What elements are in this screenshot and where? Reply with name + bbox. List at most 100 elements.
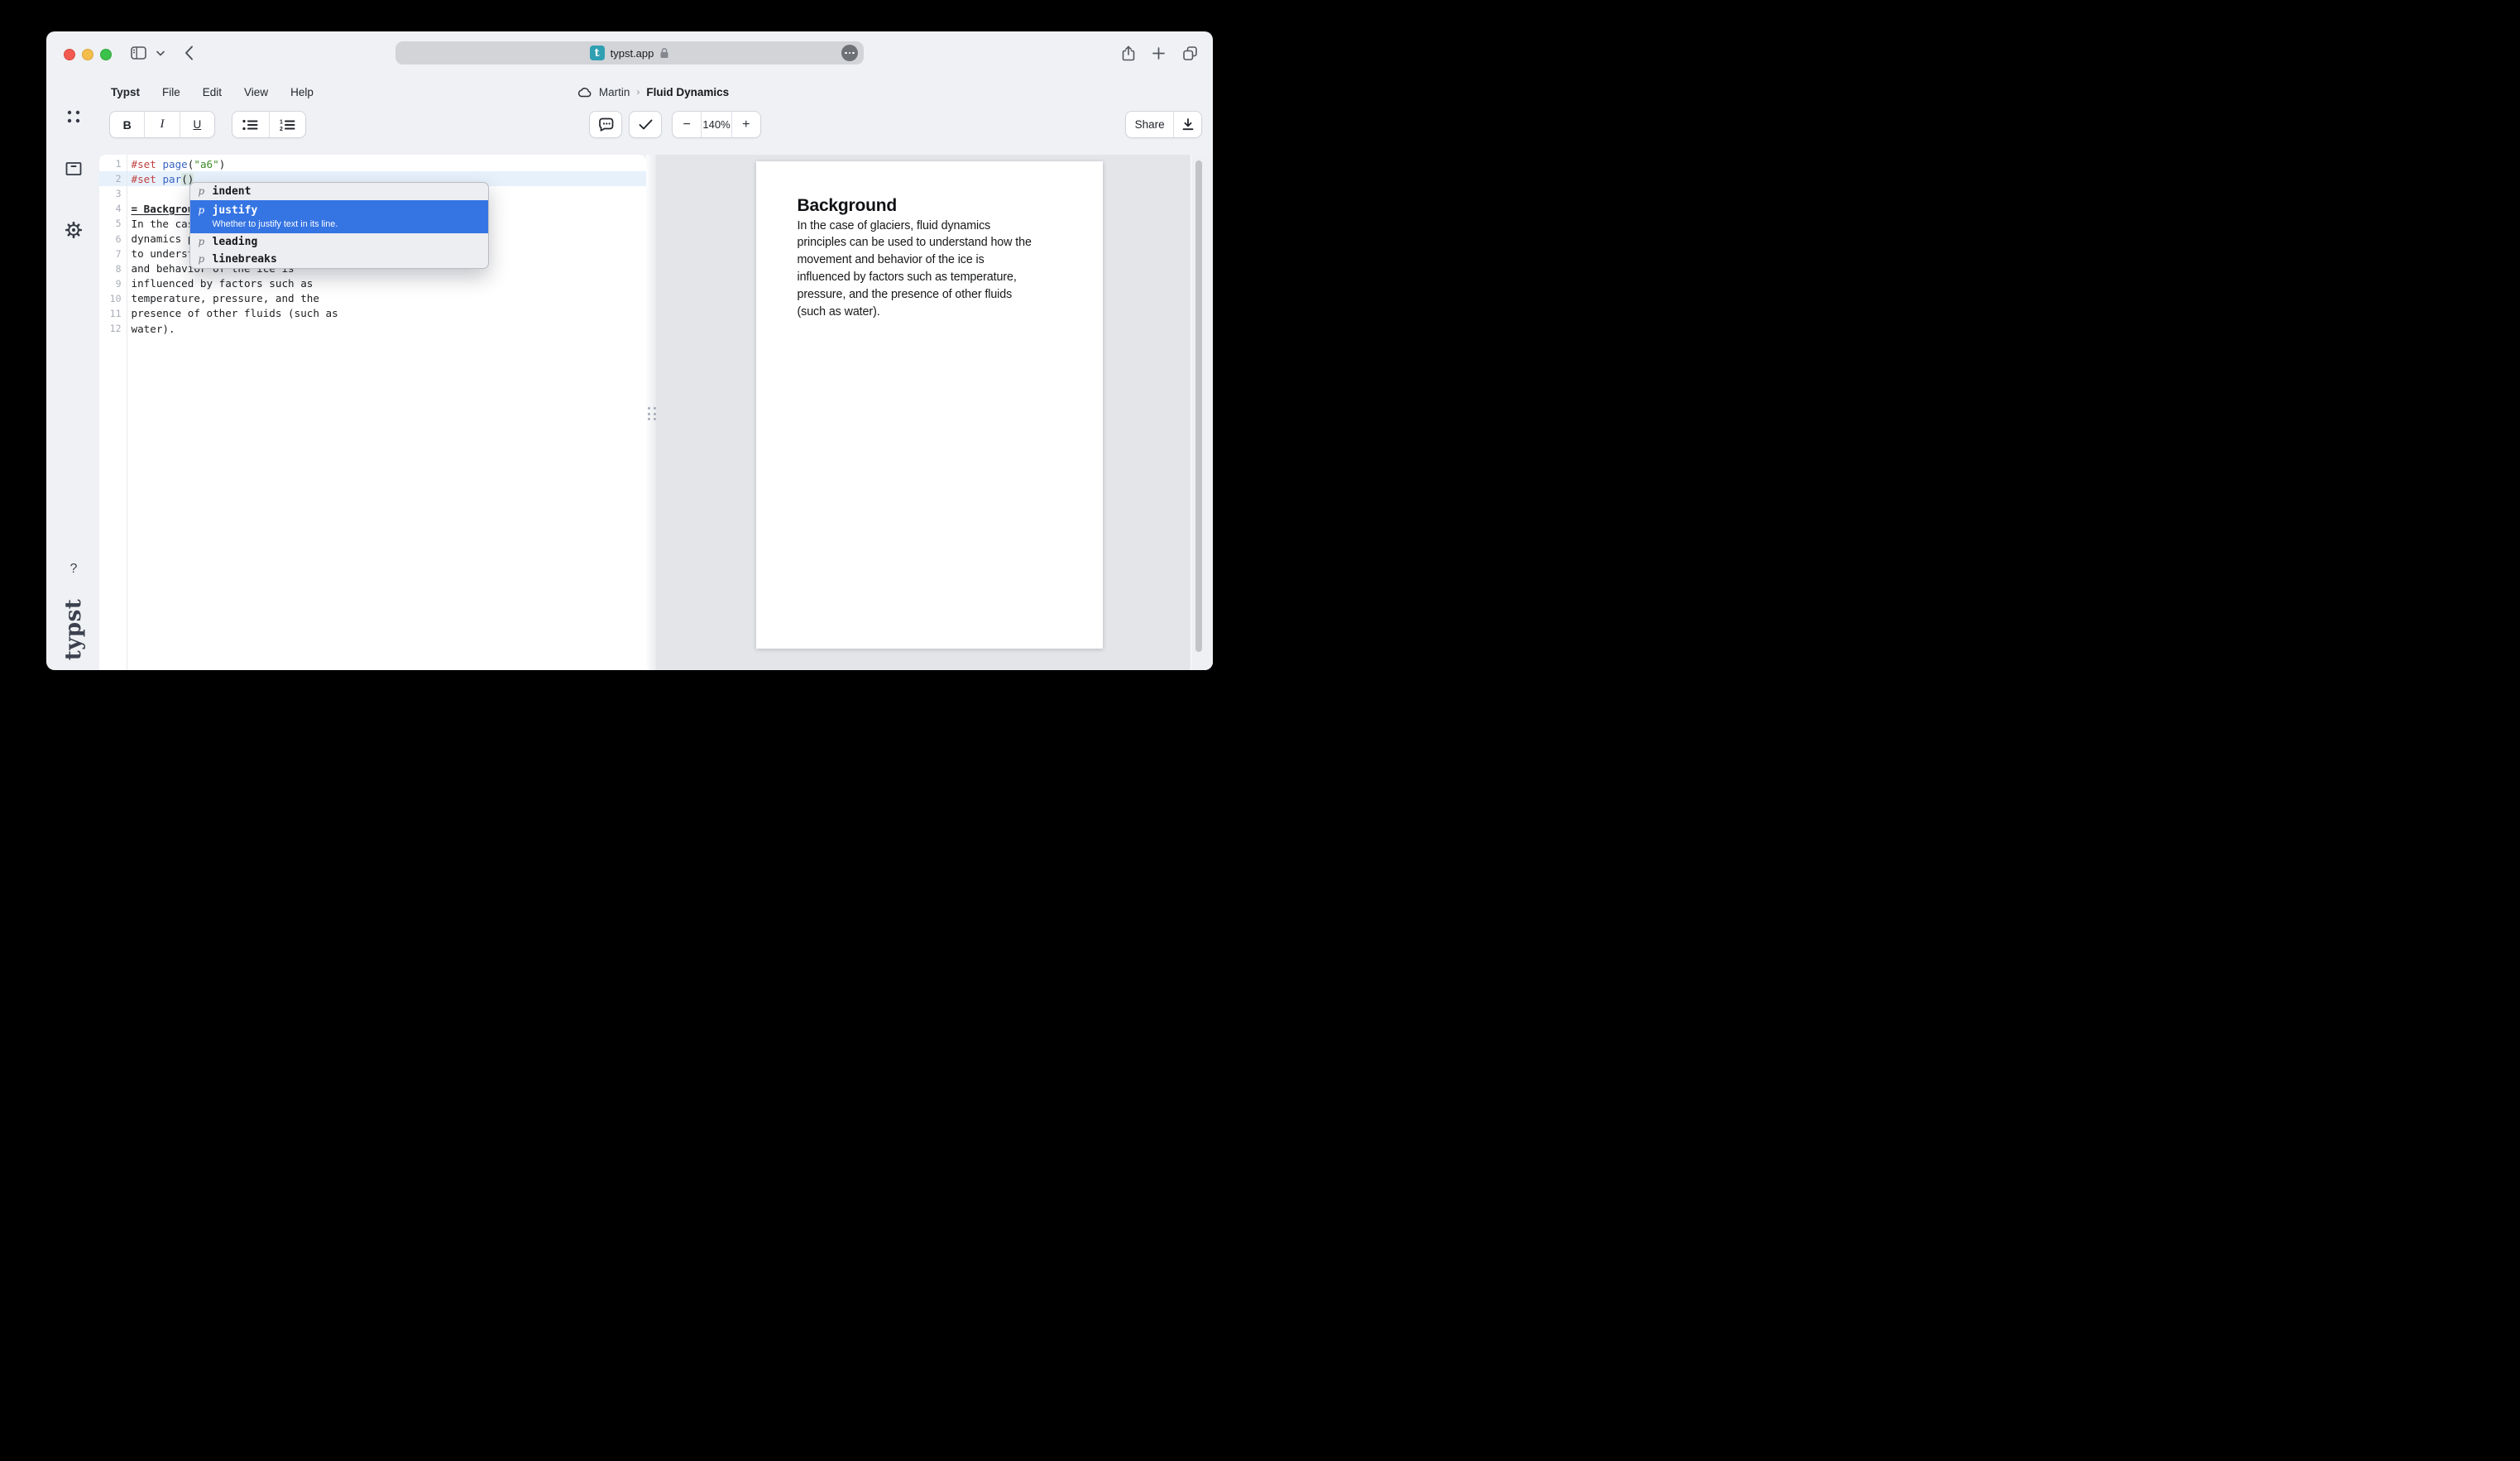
preview-text-line: In the case of glaciers, fluid dynamics <box>798 218 1032 235</box>
lock-icon <box>659 47 669 59</box>
preview-paragraph: In the case of glaciers, fluid dynamicsp… <box>798 218 1032 321</box>
code-text: temperature, pressure, and the <box>127 292 319 304</box>
zoom-level[interactable]: 140% <box>701 112 731 137</box>
files-button[interactable] <box>65 162 82 176</box>
line-number: 5 <box>99 218 127 229</box>
preview-scrollbar[interactable] <box>1195 160 1202 652</box>
dashboard-button[interactable] <box>67 110 80 123</box>
bold-button[interactable]: B <box>110 112 144 137</box>
autocomplete-item-justify[interactable]: p justify Whether to justify text in its l… <box>190 200 488 233</box>
close-window-button[interactable] <box>64 49 75 60</box>
tab-overview-button[interactable] <box>1179 31 1200 74</box>
line-number: 8 <box>99 263 127 275</box>
menu-item-typst[interactable]: Typst <box>111 86 140 98</box>
traffic-lights <box>64 49 112 60</box>
download-icon <box>1182 118 1194 131</box>
preview-text-line: influenced by factors such as temperatur… <box>798 269 1032 286</box>
zoom-out-button[interactable]: − <box>673 112 701 137</box>
share-label: Share <box>1135 118 1165 131</box>
numbered-list-button[interactable]: 1 2 <box>269 112 306 137</box>
menu-item-view[interactable]: View <box>244 86 268 98</box>
autocomplete-item-indent[interactable]: pindent <box>190 183 488 200</box>
menu-item-edit[interactable]: Edit <box>203 86 222 98</box>
sidebar-menu-chevron[interactable] <box>154 31 167 74</box>
numbered-list-icon: 1 2 <box>280 119 295 131</box>
code-text: #set page("a6") <box>127 158 226 170</box>
compile-status-button[interactable] <box>630 112 661 137</box>
autocomplete-popup: pindent p justify Whether to justify text i… <box>189 182 489 269</box>
code-line[interactable]: 11presence of other fluids (such as <box>99 306 646 321</box>
pane-divider[interactable] <box>646 155 656 670</box>
bullet-list-button[interactable] <box>232 112 269 137</box>
underline-button[interactable]: U <box>180 112 214 137</box>
autocomplete-item-linebreaks[interactable]: plinebreaks <box>190 251 488 268</box>
zoom-level-value: 140% <box>702 118 730 131</box>
zoom-window-button[interactable] <box>100 49 112 60</box>
svg-text:1: 1 <box>280 119 283 125</box>
code-editor-pane[interactable]: 1#set page("a6")2#set par()34= Backgroun… <box>99 155 646 670</box>
back-button[interactable] <box>179 31 199 74</box>
files-box-icon <box>65 162 82 176</box>
autocomplete-item-leading[interactable]: pleading <box>190 233 488 251</box>
preview-heading: Background <box>798 196 898 216</box>
help-button[interactable]: ? <box>70 562 78 577</box>
minimize-window-button[interactable] <box>82 49 93 60</box>
breadcrumb[interactable]: Martin › Fluid Dynamics <box>577 74 729 109</box>
code-text: water). <box>127 323 175 335</box>
new-tab-button[interactable] <box>1148 31 1168 74</box>
browser-window: t typst.app <box>46 31 1213 670</box>
preview-page: Background In the case of glaciers, flui… <box>756 161 1103 649</box>
line-number: 4 <box>99 203 127 214</box>
param-kind-icon: p <box>199 204 205 216</box>
autocomplete-label: linebreaks <box>213 253 277 266</box>
comments-button[interactable] <box>590 112 621 137</box>
line-number: 6 <box>99 233 127 245</box>
code-line[interactable]: 12water). <box>99 321 646 336</box>
sidebar-toggle-button[interactable] <box>128 31 148 74</box>
sidebar-icon <box>131 46 146 60</box>
apps-grid-icon <box>67 110 80 123</box>
autocomplete-label: indent <box>213 185 252 198</box>
checkmark-icon <box>639 119 653 130</box>
editor-toolbar: B I U 1 2 <box>46 109 1213 144</box>
preview-text-line: (such as water). <box>798 304 1032 321</box>
menu-item-file[interactable]: File <box>162 86 180 98</box>
share-page-button[interactable] <box>1119 31 1138 74</box>
browser-titlebar: t typst.app <box>46 31 1213 74</box>
line-number: 7 <box>99 248 127 260</box>
line-number: 2 <box>99 173 127 184</box>
line-number: 3 <box>99 188 127 199</box>
breadcrumb-workspace[interactable]: Martin <box>599 86 630 98</box>
preview-text-line: principles can be used to understand how… <box>798 234 1032 251</box>
italic-label: I <box>160 117 164 132</box>
zoom-in-button[interactable]: + <box>731 112 760 137</box>
share-button[interactable]: Share <box>1126 112 1173 137</box>
plus-icon <box>1152 47 1165 60</box>
preview-scroll-track <box>1191 155 1213 670</box>
page-settings-button[interactable] <box>841 45 858 61</box>
minus-icon: − <box>683 117 691 132</box>
underline-label: U <box>193 118 201 131</box>
gear-icon <box>65 221 84 240</box>
code-line[interactable]: 1#set page("a6") <box>99 156 646 171</box>
drag-handle-icon <box>648 407 656 420</box>
preview-text-line: movement and behavior of the ice is <box>798 251 1032 269</box>
tabs-icon <box>1183 46 1197 60</box>
line-number: 11 <box>99 308 127 319</box>
bold-label: B <box>123 118 132 132</box>
preview-text-line: pressure, and the presence of other flui… <box>798 286 1032 304</box>
autocomplete-label: justify <box>213 204 258 217</box>
settings-button[interactable] <box>65 221 84 240</box>
comment-icon <box>598 117 614 132</box>
autocomplete-description: Whether to justify text in its line. <box>213 219 480 229</box>
chevron-down-icon <box>156 50 165 56</box>
app-menus: Typst File Edit View Help <box>111 74 314 109</box>
document-title[interactable]: Fluid Dynamics <box>646 86 729 98</box>
menu-item-help[interactable]: Help <box>290 86 314 98</box>
code-line[interactable]: 9influenced by factors such as <box>99 276 646 291</box>
plus-icon: + <box>742 117 750 132</box>
italic-button[interactable]: I <box>144 112 179 137</box>
address-bar[interactable]: t typst.app <box>395 41 864 65</box>
code-line[interactable]: 10temperature, pressure, and the <box>99 291 646 306</box>
download-button[interactable] <box>1173 112 1201 137</box>
